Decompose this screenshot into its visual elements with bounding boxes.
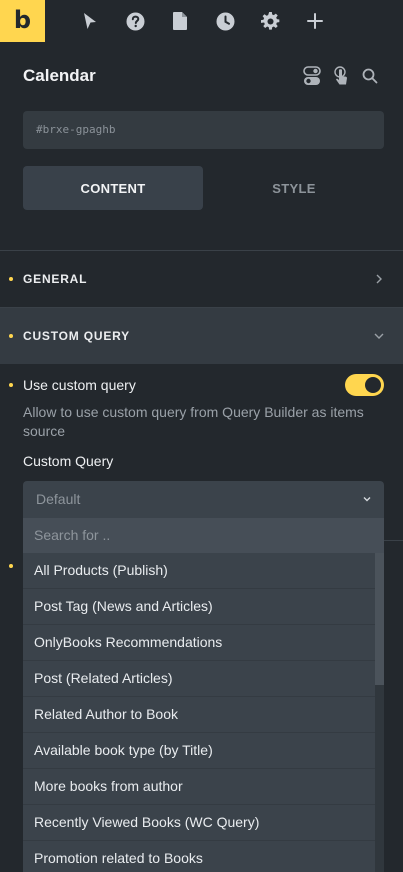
- search-icon[interactable]: [360, 66, 380, 86]
- modified-indicator: [9, 383, 13, 387]
- dropdown-option[interactable]: Promotion related to Books: [23, 841, 375, 872]
- tab-style[interactable]: STYLE: [204, 166, 384, 210]
- chevron-down-icon: [373, 330, 385, 342]
- scrollbar-thumb[interactable]: [375, 553, 384, 685]
- section-custom-query[interactable]: CUSTOM QUERY: [0, 308, 403, 364]
- select-value: Default: [36, 491, 81, 507]
- dropdown-option[interactable]: OnlyBooks Recommendations: [23, 625, 375, 661]
- settings-icon[interactable]: [260, 11, 280, 31]
- page-icon[interactable]: [170, 11, 190, 31]
- use-custom-query-label: Use custom query: [23, 377, 136, 393]
- cursor-icon[interactable]: [80, 11, 100, 31]
- chevron-down-icon: [363, 497, 371, 502]
- dropdown-option[interactable]: Post Tag (News and Articles): [23, 589, 375, 625]
- use-custom-query-toggle[interactable]: [345, 374, 384, 396]
- dropdown-option[interactable]: Available book type (by Title): [23, 733, 375, 769]
- section-general[interactable]: GENERAL: [0, 251, 403, 307]
- modified-indicator: [9, 334, 13, 338]
- dropdown-option[interactable]: More books from author: [23, 769, 375, 805]
- modified-indicator: [9, 564, 13, 568]
- bricks-logo[interactable]: b: [0, 0, 45, 42]
- modified-indicator: [9, 277, 13, 281]
- dropdown-option[interactable]: All Products (Publish): [23, 553, 375, 589]
- section-label: GENERAL: [23, 272, 88, 286]
- history-icon[interactable]: [215, 11, 235, 31]
- help-icon[interactable]: [125, 11, 145, 31]
- toggle-knob: [365, 377, 381, 393]
- use-custom-query-description: Allow to use custom query from Query Bui…: [23, 404, 364, 439]
- toggle-icon[interactable]: [302, 66, 322, 86]
- css-id-field[interactable]: #brxe-gpaghb: [23, 111, 384, 149]
- dropdown-search-input[interactable]: Search for ..: [23, 518, 384, 553]
- dropdown-options: All Products (Publish) Post Tag (News an…: [23, 553, 375, 872]
- section-label: CUSTOM QUERY: [23, 329, 130, 343]
- pointer-touch-icon[interactable]: [331, 66, 351, 86]
- custom-query-select[interactable]: Default: [23, 481, 384, 518]
- section-divider: [384, 540, 403, 541]
- add-icon[interactable]: [305, 11, 325, 31]
- dropdown-option[interactable]: Recently Viewed Books (WC Query): [23, 805, 375, 841]
- dropdown-option[interactable]: Related Author to Book: [23, 697, 375, 733]
- custom-query-label: Custom Query: [23, 453, 114, 469]
- panel-title: Calendar: [23, 66, 96, 85]
- tab-content[interactable]: CONTENT: [23, 166, 203, 210]
- chevron-right-icon: [373, 273, 385, 285]
- dropdown-option[interactable]: Post (Related Articles): [23, 661, 375, 697]
- top-toolbar: b: [0, 0, 403, 42]
